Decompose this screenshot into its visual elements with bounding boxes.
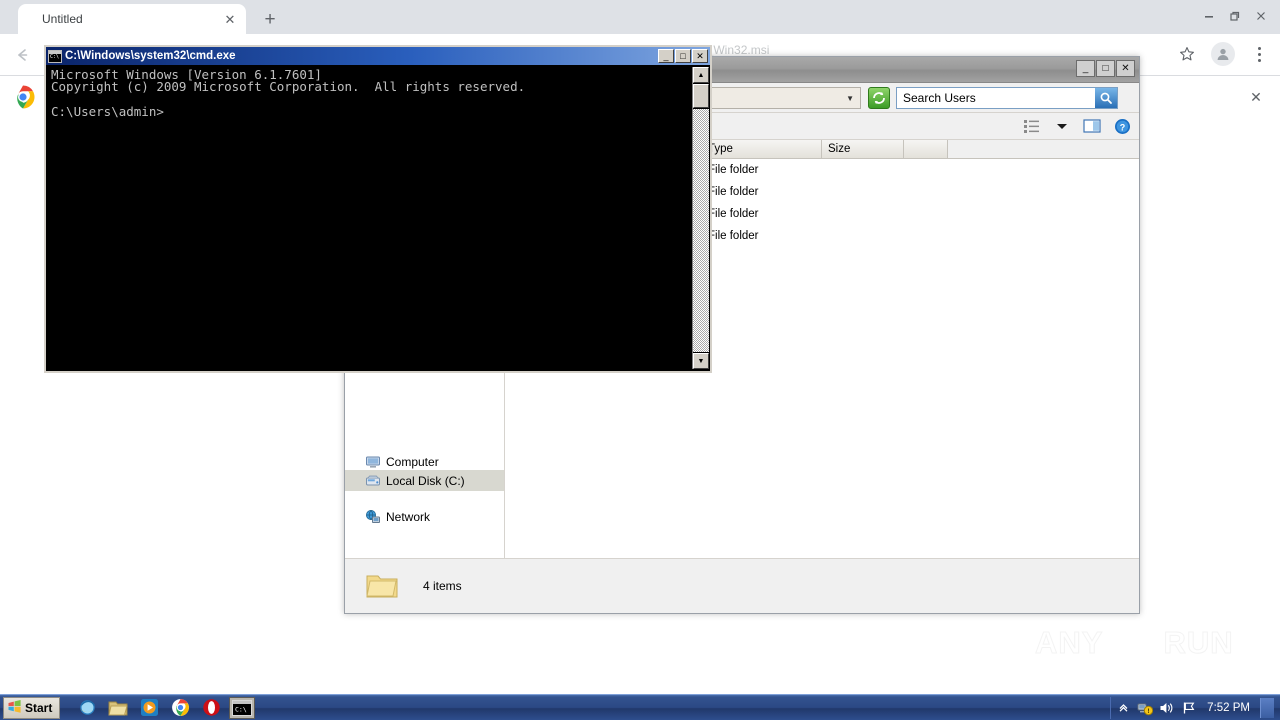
command-prompt-window: C:\Windows\system32\cmd.exe _ □ ✕ Micros… — [44, 45, 712, 373]
start-button[interactable]: Start — [3, 696, 61, 719]
chevron-up-icon[interactable] — [1115, 700, 1131, 716]
maximize-icon[interactable]: □ — [1096, 60, 1115, 77]
chrome-icon[interactable] — [167, 697, 193, 719]
sidebar-item-label: Computer — [386, 455, 439, 469]
sidebar-item-network[interactable]: Network — [345, 507, 504, 527]
chevron-down-icon[interactable]: ▼ — [846, 94, 854, 103]
close-icon[interactable]: ✕ — [692, 49, 708, 63]
chrome-window-controls — [1196, 2, 1274, 30]
network-warning-icon[interactable]: ! — [1137, 700, 1154, 716]
scroll-down-icon[interactable]: ▼ — [693, 353, 709, 369]
cmd-window-controls: _ □ ✕ — [658, 49, 708, 63]
minimize-icon[interactable]: _ — [1076, 60, 1095, 77]
search-input[interactable]: Search Users — [897, 91, 1095, 105]
harddisk-icon — [365, 473, 381, 489]
chrome-tab-strip: Untitled ✕ + — [0, 0, 1280, 34]
close-icon[interactable] — [1248, 4, 1274, 28]
search-icon[interactable] — [1095, 88, 1117, 108]
minimize-icon[interactable]: _ — [658, 49, 674, 63]
scrollbar-thumb[interactable] — [693, 84, 709, 108]
taskbar: Start C:\ ! 7:52 PM — [0, 694, 1280, 720]
volume-icon[interactable] — [1159, 700, 1175, 716]
svg-text:?: ? — [1119, 122, 1125, 132]
three-dot-menu-icon[interactable] — [1248, 41, 1270, 67]
table-cell: File folder — [708, 164, 759, 176]
sidebar-item-computer[interactable]: Computer — [345, 452, 504, 472]
explorer-window-controls: _ □ ✕ — [1076, 60, 1135, 77]
minimize-icon[interactable] — [1196, 4, 1222, 28]
svg-text:!: ! — [1148, 708, 1150, 715]
start-label: Start — [25, 700, 53, 715]
restore-icon[interactable] — [1222, 4, 1248, 28]
computer-icon — [365, 454, 381, 470]
explorer-toolbar-right: ? — [1021, 116, 1133, 136]
sidebar-item-label: Network — [386, 510, 431, 524]
back-arrow-icon[interactable] — [8, 42, 36, 68]
column-header[interactable] — [904, 140, 948, 158]
cmd-icon[interactable]: C:\ — [229, 696, 256, 719]
screen: Untitled ✕ + 0_Win32.msi ✕ _ □ ✕ ▼ Searc… — [0, 0, 1280, 720]
maximize-icon[interactable]: □ — [675, 49, 691, 63]
flag-icon[interactable] — [1181, 700, 1197, 716]
taskbar-buttons: C:\ — [74, 696, 256, 719]
close-icon[interactable]: ✕ — [220, 9, 240, 29]
help-icon[interactable]: ? — [1111, 116, 1133, 136]
column-header[interactable]: Size — [822, 140, 904, 158]
opera-icon[interactable] — [198, 697, 224, 719]
cmd-icon — [48, 49, 62, 63]
profile-avatar-icon[interactable] — [1211, 42, 1235, 66]
svg-text:C:\: C:\ — [235, 705, 247, 713]
browser-tab[interactable]: Untitled ✕ — [18, 4, 246, 34]
windows-explorer-icon[interactable] — [105, 697, 131, 719]
status-text: 4 items — [423, 579, 462, 593]
column-header[interactable]: Type — [702, 140, 822, 158]
views-list-icon[interactable] — [1021, 116, 1043, 136]
cmd-scrollbar[interactable]: ▲ ▼ — [692, 67, 709, 369]
table-cell: File folder — [708, 208, 759, 220]
clock[interactable]: 7:52 PM — [1203, 702, 1254, 714]
show-desktop-icon[interactable] — [1260, 697, 1274, 718]
cmd-title: C:\Windows\system32\cmd.exe — [65, 50, 236, 62]
folder-icon — [365, 571, 399, 601]
windows-logo-icon — [7, 699, 22, 717]
cmd-console-area[interactable]: Microsoft Windows [Version 6.1.7601] Cop… — [48, 67, 709, 369]
scroll-up-icon[interactable]: ▲ — [693, 67, 709, 83]
internet-explorer-icon[interactable] — [74, 697, 100, 719]
sidebar-item-label: Local Disk (C:) — [386, 473, 465, 488]
close-icon[interactable]: ✕ — [1116, 60, 1135, 77]
cmd-title-bar[interactable]: C:\Windows\system32\cmd.exe _ □ ✕ — [46, 47, 710, 65]
new-tab-button[interactable]: + — [256, 7, 284, 33]
scrollbar-track[interactable] — [693, 109, 709, 352]
bar-close-icon[interactable]: ✕ — [1245, 86, 1267, 108]
refresh-icon[interactable] — [868, 87, 890, 109]
bookmark-star-icon[interactable] — [1174, 41, 1200, 67]
explorer-status-bar: 4 items — [345, 558, 1139, 613]
table-cell: File folder — [708, 186, 759, 198]
table-cell: File folder — [708, 230, 759, 242]
browser-tab-title: Untitled — [42, 12, 83, 26]
preview-pane-icon[interactable] — [1081, 116, 1103, 136]
search-input-wrapper[interactable]: Search Users — [896, 87, 1118, 109]
system-tray: ! 7:52 PM — [1110, 696, 1278, 719]
windows-media-player-icon[interactable] — [136, 697, 162, 719]
sidebar-item-local-disk-c[interactable]: Local Disk (C:) — [345, 470, 504, 491]
omnibox-residual-text: 0_Win32.msi — [700, 43, 770, 57]
chevron-down-icon[interactable] — [1051, 116, 1073, 136]
cmd-console-text: Microsoft Windows [Version 6.1.7601] Cop… — [51, 67, 526, 119]
network-icon — [365, 509, 381, 525]
chrome-logo-icon — [10, 84, 36, 110]
